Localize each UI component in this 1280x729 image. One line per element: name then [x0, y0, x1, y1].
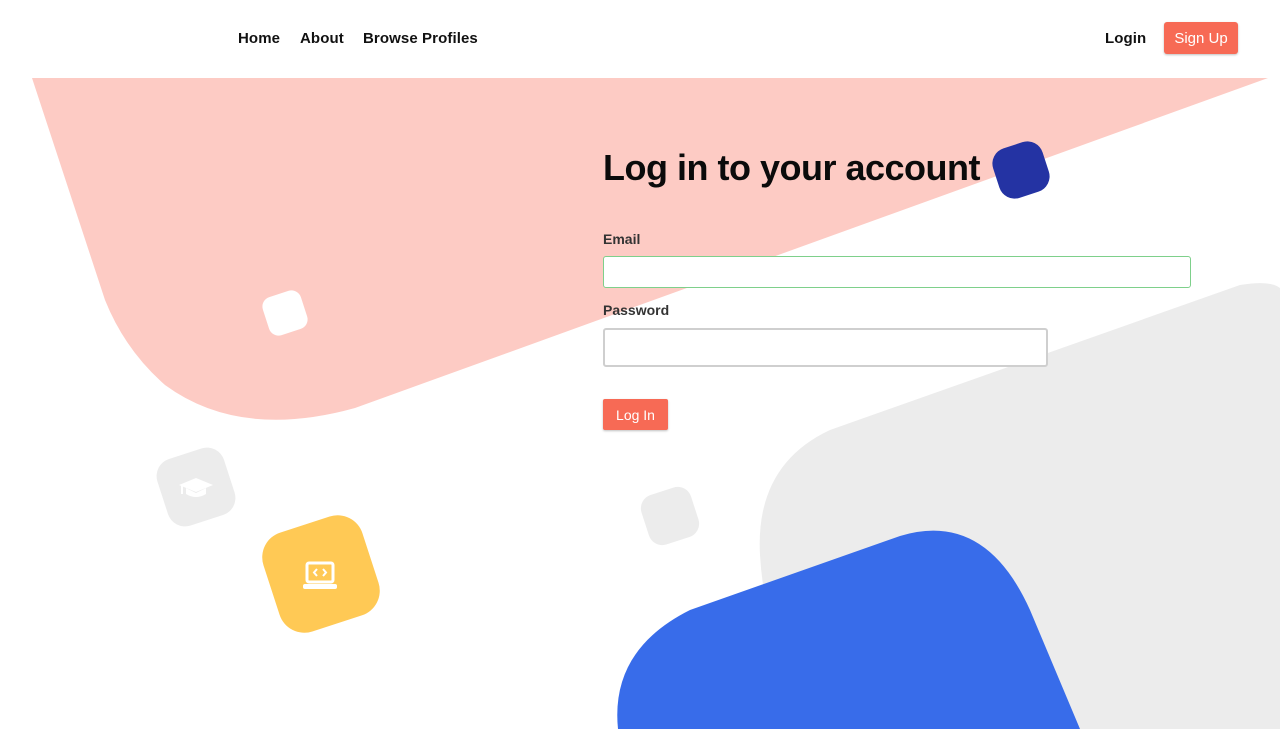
navy-square-shape	[992, 141, 1050, 199]
gray-square-shape	[640, 486, 700, 546]
graduation-cap-icon	[179, 478, 213, 497]
salmon-background-shape	[32, 78, 1268, 420]
top-navigation: Home About Browse Profiles Login Sign Up	[0, 0, 1280, 76]
nav-about-link[interactable]: About	[300, 30, 344, 47]
login-button[interactable]: Log In	[603, 399, 668, 430]
nav-browse-profiles-link[interactable]: Browse Profiles	[363, 30, 478, 47]
login-page: Home About Browse Profiles Login Sign Up…	[0, 0, 1280, 729]
password-field[interactable]	[603, 328, 1048, 367]
laptop-code-icon	[303, 561, 337, 589]
signup-button[interactable]: Sign Up	[1164, 22, 1238, 54]
white-square-shape	[262, 290, 308, 336]
email-field[interactable]	[603, 256, 1191, 288]
password-label: Password	[603, 302, 670, 318]
blue-background-shape	[617, 530, 1080, 729]
page-title: Log in to your account	[603, 147, 980, 188]
email-label: Email	[603, 231, 641, 247]
nav-home-link[interactable]: Home	[238, 30, 280, 47]
nav-login-link[interactable]: Login	[1105, 30, 1146, 47]
